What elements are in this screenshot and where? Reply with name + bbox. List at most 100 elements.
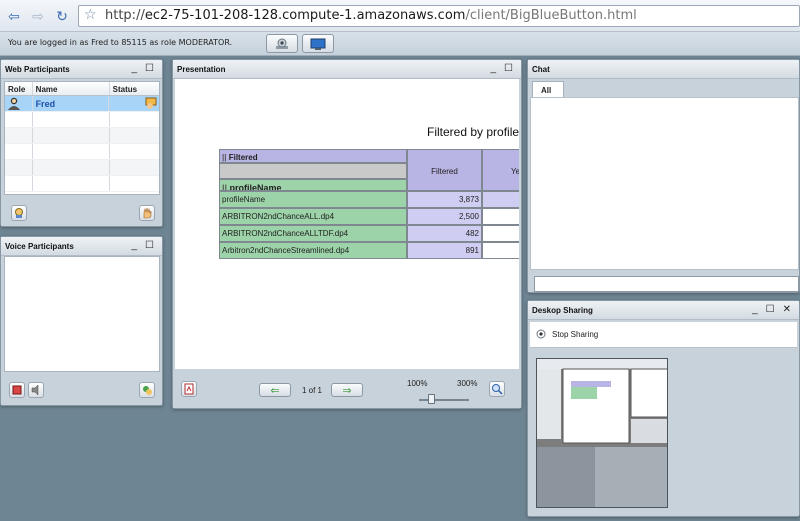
minimize-icon[interactable]: _	[131, 240, 137, 251]
minimize-icon[interactable]: _	[490, 63, 496, 74]
back-arrow-icon[interactable]: ⇦	[4, 6, 24, 26]
login-status-text: You are logged in as Fred to 85115 as ro…	[8, 38, 233, 47]
maximize-icon[interactable]: ☐	[766, 304, 775, 315]
pivot-row-label: profileName	[219, 191, 407, 208]
empty-row	[5, 176, 159, 192]
maximize-icon[interactable]: ☐	[504, 63, 513, 74]
kick-button[interactable]	[9, 382, 25, 398]
slide-title: Filtered by profile	[427, 125, 519, 139]
participant-row[interactable]: Fred	[5, 96, 159, 112]
url-path: /client/BigBlueButton.html	[465, 8, 637, 23]
next-slide-button[interactable]: ⇒	[331, 383, 363, 397]
url-host: ec2-75-101-208-128.compute-1.amazonaws.c…	[144, 8, 466, 23]
panel-body	[1, 256, 162, 405]
zoom-max-label: 300%	[457, 379, 478, 388]
tab-all[interactable]: All	[532, 81, 564, 97]
webcam-button[interactable]	[266, 34, 298, 53]
panel-body: Role Name Status Fred	[1, 79, 162, 226]
panel-title: Presentation	[173, 60, 521, 79]
presenter-icon[interactable]	[109, 96, 159, 111]
maximize-icon[interactable]: ☐	[145, 240, 154, 251]
upload-button[interactable]	[181, 381, 197, 397]
sharing-controls: Stop Sharing	[530, 322, 797, 348]
star-icon[interactable]: ☆	[84, 7, 97, 23]
pivot-row-value: 3,873	[407, 191, 482, 208]
pivot-spacer	[219, 163, 407, 179]
desktop-preview-image	[536, 358, 668, 508]
panel-body: Filtered by profile || Filtered || profi…	[173, 79, 521, 408]
mute-button[interactable]	[28, 382, 44, 398]
desktop-thumbnail	[537, 359, 667, 507]
right-arrow-icon: ⇒	[342, 384, 352, 397]
stop-sharing-button[interactable]: Stop Sharing	[536, 329, 598, 339]
previous-slide-button[interactable]: ⇐	[259, 383, 291, 397]
pivot-row-value: 891	[407, 242, 482, 259]
change-presenter-button[interactable]	[11, 205, 27, 221]
chat-input[interactable]	[534, 276, 799, 292]
chat-messages	[530, 97, 799, 270]
presentation-footer: ⇐ 1 of 1 ⇒ 100% 300%	[175, 369, 519, 406]
close-icon[interactable]: ✕	[783, 304, 791, 315]
fit-to-page-button[interactable]	[489, 381, 505, 397]
minimize-icon[interactable]: _	[752, 304, 758, 315]
pivot-cell	[482, 208, 519, 225]
stop-sharing-label: Stop Sharing	[552, 329, 599, 339]
webcam-icon	[276, 38, 288, 49]
panel-title: Chat	[528, 60, 799, 79]
column-role[interactable]: Role	[5, 82, 33, 95]
forward-arrow-icon[interactable]: ⇨	[28, 6, 48, 26]
zoom-slider-track[interactable]	[419, 394, 469, 404]
eject-icon	[12, 385, 22, 395]
voice-participants-list	[4, 256, 160, 372]
pivot-row-label: ARBITRON2ndChanceALL.dp4	[219, 208, 407, 225]
stop-radio-icon	[536, 329, 546, 339]
empty-row	[5, 160, 159, 176]
voice-participants-panel: Voice Participants _ ☐	[0, 236, 163, 406]
browser-toolbar: ⇦ ⇨ ↻ ☆ http://ec2-75-101-208-128.comput…	[0, 0, 800, 32]
url-prefix: http://	[105, 8, 145, 23]
column-name[interactable]: Name	[33, 82, 110, 95]
pivot-cell	[482, 191, 519, 208]
zoom-slider-thumb[interactable]	[428, 394, 435, 404]
empty-row	[5, 144, 159, 160]
grid-header: Role Name Status	[5, 82, 159, 96]
pivot-column-yes: Ye	[482, 149, 519, 191]
page-indicator: 1 of 1	[301, 386, 322, 395]
raise-hand-button[interactable]	[139, 205, 155, 221]
panel-body: All	[528, 79, 799, 292]
pivot-row-label: Arbitron2ndChanceStreamlined.dp4	[219, 242, 407, 259]
monitor-icon	[310, 38, 326, 50]
minimize-icon[interactable]: _	[131, 63, 137, 74]
pivot-row-value: 482	[407, 225, 482, 242]
app-toolbar: You are logged in as Fred to 85115 as ro…	[0, 32, 800, 56]
pivot-row-header: || profileName	[219, 179, 407, 191]
pivot-row-value: 2,500	[407, 208, 482, 225]
desktop-sharing-panel: Deskop Sharing _ ☐ ✕ Stop Sharing	[527, 300, 800, 517]
pdf-icon	[184, 383, 194, 395]
zoom-min-label: 100%	[407, 379, 428, 388]
participant-name: Fred	[33, 96, 110, 111]
slide-canvas: Filtered by profile || Filtered || profi…	[175, 79, 519, 369]
magnifier-icon	[492, 384, 503, 395]
pivot-filter-header: || Filtered	[219, 149, 407, 163]
web-participants-panel: Web Participants _ ☐ Role Name Status Fr…	[0, 59, 163, 227]
moderator-icon	[5, 96, 33, 111]
presentation-panel: Presentation _ ☐ Filtered by profile || …	[172, 59, 522, 409]
participants-grid: Role Name Status Fred	[4, 81, 160, 195]
empty-row	[5, 128, 159, 144]
reload-icon[interactable]: ↻	[52, 6, 72, 26]
left-arrow-icon: ⇐	[270, 384, 280, 397]
chat-panel: Chat All	[527, 59, 800, 293]
pivot-row-label: ARBITRON2ndChanceALLTDF.dp4	[219, 225, 407, 242]
address-bar[interactable]: ☆ http://ec2-75-101-208-128.compute-1.am…	[78, 5, 800, 27]
share-desktop-button[interactable]	[302, 34, 334, 53]
maximize-icon[interactable]: ☐	[145, 63, 154, 74]
join-voice-button[interactable]	[139, 382, 155, 398]
pivot-cell	[482, 242, 519, 259]
column-status[interactable]: Status	[110, 82, 159, 95]
headset-icon	[143, 386, 152, 395]
pivot-cell	[482, 225, 519, 242]
speaker-icon	[31, 384, 39, 396]
presenter-switch-icon	[15, 208, 23, 218]
panel-body: Stop Sharing	[528, 320, 799, 516]
